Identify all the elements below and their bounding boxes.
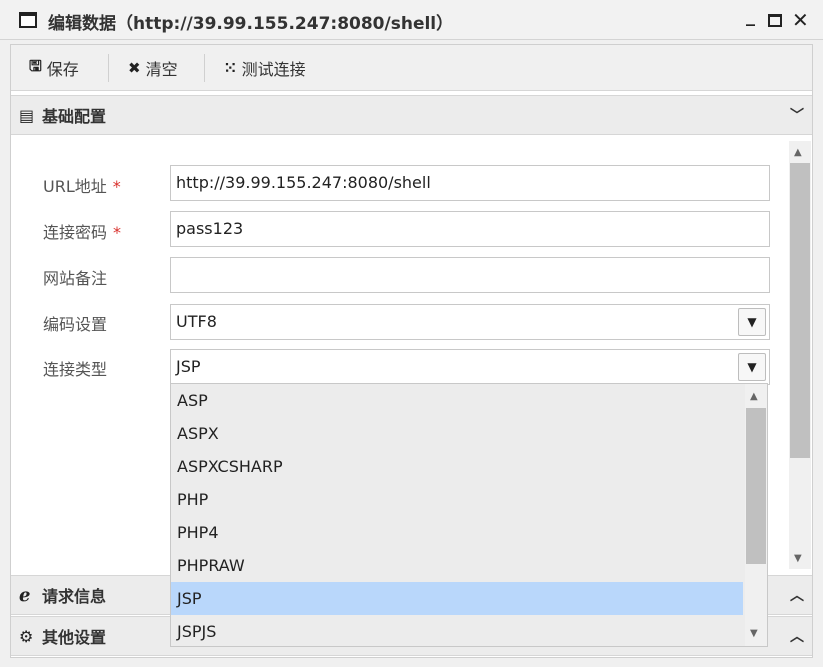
- spinner-icon: ⁙: [224, 59, 237, 77]
- password-label: 连接密码 *: [43, 223, 122, 242]
- title-bar: 编辑数据（http://39.99.155.247:8080/shell） _ …: [0, 0, 823, 40]
- test-connection-label: 测试连接: [241, 60, 306, 79]
- chevron-down-icon[interactable]: ▼: [738, 353, 766, 381]
- password-input[interactable]: pass123: [170, 211, 770, 247]
- note-input[interactable]: [170, 257, 770, 293]
- close-button[interactable]: ✕: [792, 8, 809, 32]
- window-title: 编辑数据（http://39.99.155.247:8080/shell）: [48, 14, 454, 34]
- note-label: 网站备注: [43, 269, 108, 288]
- section-request-title: 请求信息: [42, 587, 107, 606]
- encoding-value: UTF8: [176, 312, 217, 331]
- maximize-button[interactable]: [768, 14, 782, 27]
- clear-label: 清空: [145, 60, 178, 79]
- minimize-button[interactable]: _: [746, 6, 755, 27]
- dropdown-option[interactable]: JSPJS: [171, 615, 743, 646]
- dropdown-option[interactable]: PHP: [171, 483, 743, 516]
- window-icon: [19, 12, 37, 28]
- scrollbar-thumb[interactable]: [790, 163, 810, 458]
- encoding-select[interactable]: UTF8 ▼: [170, 304, 770, 340]
- save-button[interactable]: 🖫 保存: [29, 56, 79, 80]
- chevron-down-icon: ﹀: [790, 108, 804, 124]
- browser-e-icon: ℯ: [19, 584, 31, 606]
- toolbar-divider: [204, 54, 205, 82]
- dropdown-option[interactable]: PHP4: [171, 516, 743, 549]
- url-input[interactable]: http://39.99.155.247:8080/shell: [170, 165, 770, 201]
- scroll-down-icon[interactable]: ▼: [750, 628, 758, 639]
- encoding-label: 编码设置: [43, 315, 108, 334]
- section-basic-title: 基础配置: [42, 107, 107, 126]
- chevron-up-icon: ︿: [790, 588, 804, 604]
- save-icon: 🖫: [29, 56, 42, 75]
- toolbar-divider: [108, 54, 109, 82]
- dropdown-option-selected[interactable]: JSP: [171, 582, 743, 615]
- form-scrollbar[interactable]: ▲ ▼: [789, 141, 811, 569]
- close-icon: ✖: [128, 59, 141, 77]
- scrollbar-thumb[interactable]: [746, 408, 766, 564]
- chevron-down-icon[interactable]: ▼: [738, 308, 766, 336]
- test-connection-button[interactable]: ⁙ 测试连接: [224, 57, 306, 79]
- chevron-up-icon: ︿: [790, 629, 804, 645]
- scroll-up-icon[interactable]: ▲: [750, 391, 758, 402]
- type-value: JSP: [176, 357, 201, 376]
- url-label: URL地址 *: [43, 177, 121, 196]
- dropdown-option[interactable]: ASPXCSHARP: [171, 450, 743, 483]
- save-label: 保存: [46, 60, 79, 79]
- dropdown-option[interactable]: PHPRAW: [171, 549, 743, 582]
- clear-button[interactable]: ✖ 清空: [128, 57, 178, 79]
- toolbar: 🖫 保存 ✖ 清空 ⁙ 测试连接: [11, 45, 812, 91]
- section-basic-header[interactable]: ▤ 基础配置 ﹀: [11, 95, 812, 135]
- scroll-down-icon[interactable]: ▼: [794, 553, 802, 564]
- type-dropdown-list: ASP ASPX ASPXCSHARP PHP PHP4 PHPRAW JSP …: [170, 383, 768, 647]
- dropdown-option[interactable]: ASPX: [171, 417, 743, 450]
- type-label: 连接类型: [43, 360, 108, 379]
- section-other-title: 其他设置: [42, 628, 107, 647]
- document-icon: ▤: [19, 105, 35, 125]
- type-select[interactable]: JSP ▼: [170, 349, 770, 385]
- scroll-up-icon[interactable]: ▲: [794, 147, 802, 158]
- gears-icon: ⚙: [19, 626, 34, 646]
- dropdown-scrollbar[interactable]: ▲ ▼: [745, 384, 767, 646]
- dropdown-option[interactable]: ASP: [171, 384, 743, 417]
